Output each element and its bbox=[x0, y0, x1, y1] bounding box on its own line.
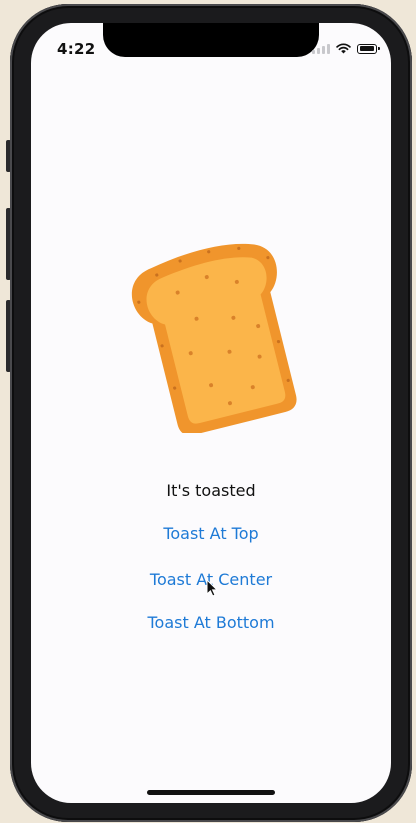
status-time: 4:22 bbox=[57, 40, 96, 58]
home-indicator[interactable] bbox=[147, 790, 275, 795]
mouse-pointer-icon bbox=[206, 579, 218, 597]
wifi-icon bbox=[336, 43, 351, 54]
toast-at-bottom-button[interactable]: Toast At Bottom bbox=[31, 613, 391, 632]
stage: 4:22 It's toasted Toast At Top Toast At … bbox=[0, 0, 416, 823]
status-icons bbox=[312, 43, 380, 54]
battery-icon bbox=[357, 43, 380, 54]
toast-status-label: It's toasted bbox=[166, 481, 256, 500]
cellular-signal-icon bbox=[312, 43, 330, 54]
notch bbox=[103, 23, 319, 57]
phone-screen: 4:22 It's toasted Toast At Top Toast At … bbox=[31, 23, 391, 803]
toast-bread-image bbox=[132, 243, 297, 433]
toast-at-top-button[interactable]: Toast At Top bbox=[31, 524, 391, 543]
